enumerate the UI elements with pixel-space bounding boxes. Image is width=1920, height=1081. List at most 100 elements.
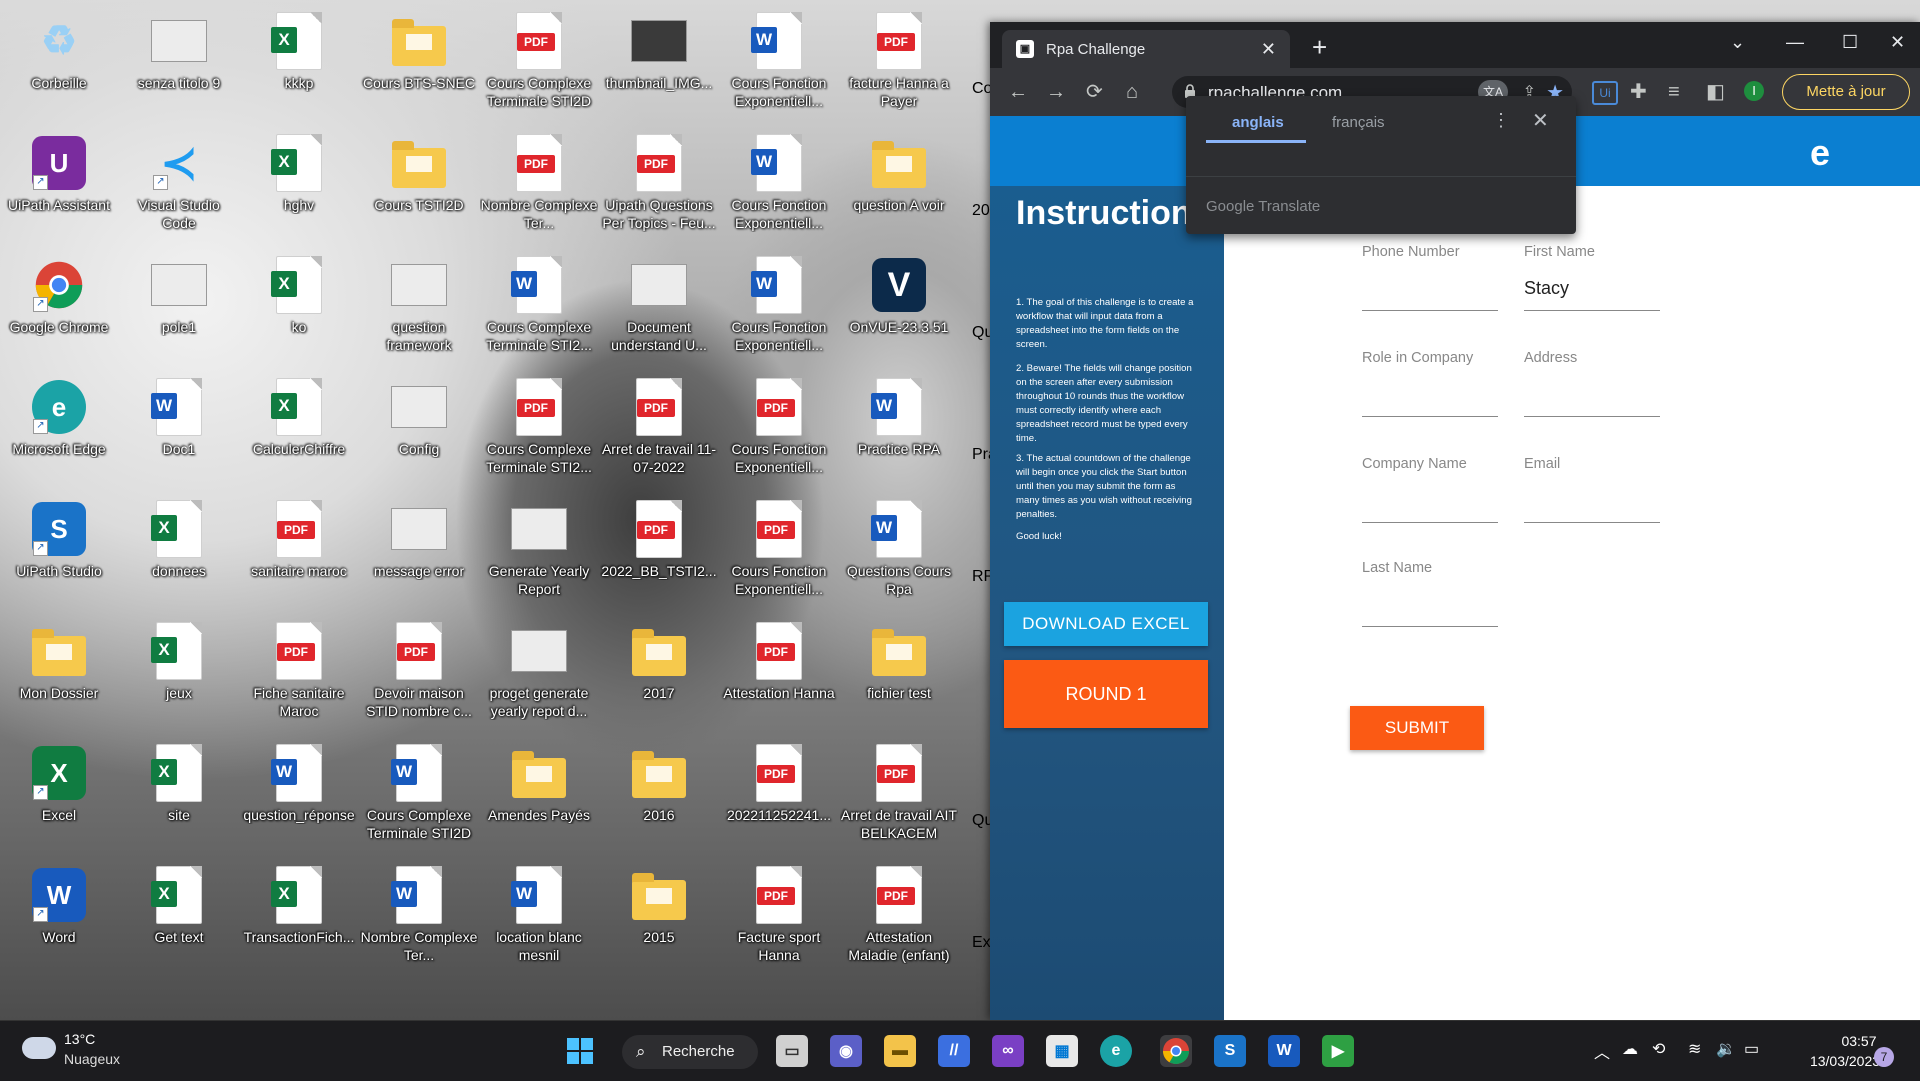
cloud-icon[interactable] bbox=[22, 1037, 56, 1059]
notification-badge[interactable]: 7 bbox=[1874, 1047, 1894, 1067]
tab-close-icon[interactable]: ✕ bbox=[1261, 39, 1276, 60]
desktop-icon-hghv[interactable]: Xhghv bbox=[240, 126, 358, 244]
desktop-icon-proget-generate-yearly-repot-d[interactable]: proget generate yearly repot d... bbox=[480, 614, 598, 732]
desktop-icon-visual-studio-code[interactable]: ≺ ↗ Visual Studio Code bbox=[120, 126, 238, 244]
uipath-extension-icon[interactable]: Ui bbox=[1592, 81, 1618, 105]
close-icon[interactable]: ✕ bbox=[1532, 108, 1549, 133]
desktop-icon-cours-fonction-exponentiell[interactable]: W Cours Fonction Exponentiell... bbox=[720, 248, 838, 366]
desktop-icon-uipath-questions-per-topics-feu[interactable]: PDF Uipath Questions Per Topics - Feu... bbox=[600, 126, 718, 244]
desktop-icon-jeux[interactable]: Xjeux bbox=[120, 614, 238, 732]
desktop-icon-questions-cours-rpa[interactable]: W Questions Cours Rpa bbox=[840, 492, 958, 610]
back-icon[interactable]: ← bbox=[1008, 81, 1028, 103]
desktop-icon-pole1[interactable]: pole1 bbox=[120, 248, 238, 366]
desktop-icon-corbeille[interactable]: ♻ Corbeille bbox=[0, 4, 118, 122]
search-box[interactable]: ⌕ Recherche bbox=[622, 1035, 758, 1069]
desktop-icon-uipath-studio[interactable]: S ↗ UiPath Studio bbox=[0, 492, 118, 610]
first-name-field[interactable]: First Name Stacy bbox=[1524, 244, 1660, 311]
download-excel-button[interactable]: DOWNLOAD EXCEL bbox=[1004, 602, 1208, 646]
extensions-icon[interactable]: ✚ bbox=[1630, 81, 1647, 103]
more-options-icon[interactable]: ⋮ bbox=[1492, 110, 1510, 131]
desktop-icon-facture-sport-hanna[interactable]: PDF Facture sport Hanna bbox=[720, 858, 838, 976]
desktop-icon-cours-complexe-terminale-sti2[interactable]: W Cours Complexe Terminale STI2... bbox=[480, 248, 598, 366]
desktop-icon-doc1[interactable]: W Doc1 bbox=[120, 370, 238, 488]
round-button[interactable]: ROUND 1 bbox=[1004, 660, 1208, 728]
store-icon[interactable]: ▦ bbox=[1046, 1035, 1078, 1067]
desktop-icon-config[interactable]: Config bbox=[360, 370, 478, 488]
start-button[interactable] bbox=[564, 1035, 596, 1067]
profile-avatar[interactable]: I bbox=[1744, 81, 1764, 101]
reload-icon[interactable]: ⟳ bbox=[1086, 81, 1103, 103]
phone-number-field[interactable]: Phone Number bbox=[1362, 244, 1498, 311]
tab-lang-french[interactable]: français bbox=[1332, 114, 1385, 131]
power-automate-icon[interactable]: // bbox=[938, 1035, 970, 1067]
desktop-icon-uipath-assistant[interactable]: U ↗ UiPath Assistant bbox=[0, 126, 118, 244]
chat-icon[interactable]: ◉ bbox=[830, 1035, 862, 1067]
desktop-icon-cours-complexe-terminale-sti2d[interactable]: W Cours Complexe Terminale STI2D bbox=[360, 736, 478, 854]
desktop-icon-calculerchiffre[interactable]: X CalculerChiffre bbox=[240, 370, 358, 488]
address-field[interactable]: Address bbox=[1524, 350, 1660, 417]
desktop-icon-get-text[interactable]: X Get text bbox=[120, 858, 238, 976]
desktop-icon-sanitaire-maroc[interactable]: PDF sanitaire maroc bbox=[240, 492, 358, 610]
task-view-icon[interactable]: ▭ bbox=[776, 1035, 808, 1067]
battery-icon[interactable]: ▭ bbox=[1744, 1039, 1759, 1059]
close-window-button[interactable]: ✕ bbox=[1890, 32, 1905, 53]
desktop-icon-cours-fonction-exponentiell[interactable]: W Cours Fonction Exponentiell... bbox=[720, 126, 838, 244]
word-taskbar-icon[interactable]: W bbox=[1268, 1035, 1300, 1067]
media-player-icon[interactable]: ▶ bbox=[1322, 1035, 1354, 1067]
desktop-icon-cours-complexe-terminale-sti2d[interactable]: PDF Cours Complexe Terminale STI2D bbox=[480, 4, 598, 122]
desktop-icon-arret-de-travail-11-07-2022[interactable]: PDF Arret de travail 11-07-2022 bbox=[600, 370, 718, 488]
desktop-icon-attestation-maladie-enfant[interactable]: PDF Attestation Maladie (enfant) bbox=[840, 858, 958, 976]
edge-icon[interactable]: e bbox=[1100, 1035, 1132, 1067]
volume-icon[interactable]: 🔉 bbox=[1716, 1039, 1736, 1059]
desktop-icon-attestation-hanna[interactable]: PDF Attestation Hanna bbox=[720, 614, 838, 732]
last-name-field[interactable]: Last Name bbox=[1362, 560, 1498, 627]
file-explorer-icon[interactable]: ▬ bbox=[884, 1035, 916, 1067]
desktop-icon-202211252241[interactable]: PDF 202211252241... bbox=[720, 736, 838, 854]
desktop-icon-excel[interactable]: X ↗ Excel bbox=[0, 736, 118, 854]
desktop-icon-senza-titolo-9[interactable]: senza titolo 9 bbox=[120, 4, 238, 122]
desktop-icon-cours-fonction-exponentiell[interactable]: PDF Cours Fonction Exponentiell... bbox=[720, 370, 838, 488]
new-tab-button[interactable]: + bbox=[1312, 32, 1327, 62]
chrome-taskbar-icon[interactable] bbox=[1160, 1035, 1192, 1067]
desktop-icon-2017[interactable]: 2017 bbox=[600, 614, 718, 732]
show-hidden-icons[interactable]: ︿ bbox=[1594, 1039, 1610, 1063]
desktop-icon-onvue-23-3-51[interactable]: V OnVUE-23.3.51 bbox=[840, 248, 958, 366]
desktop-icon-mon-dossier[interactable]: Mon Dossier bbox=[0, 614, 118, 732]
desktop-icon-arret-de-travail-ait-belkacem[interactable]: PDF Arret de travail AIT BELKACEM bbox=[840, 736, 958, 854]
tab-lang-english[interactable]: anglais bbox=[1232, 114, 1284, 131]
desktop-icon-amendes-pay-s[interactable]: Amendes Payés bbox=[480, 736, 598, 854]
submit-button[interactable]: SUBMIT bbox=[1350, 706, 1484, 750]
desktop-icon-thumbnail-img[interactable]: thumbnail_IMG... bbox=[600, 4, 718, 122]
desktop-icon-nombre-complexe-ter[interactable]: W Nombre Complexe Ter... bbox=[360, 858, 478, 976]
desktop-icon-document-understand-u[interactable]: Document understand U... bbox=[600, 248, 718, 366]
onedrive-icon[interactable]: ☁ bbox=[1622, 1039, 1638, 1059]
uipath-studio-taskbar-icon[interactable]: S bbox=[1214, 1035, 1246, 1067]
maximize-button[interactable]: ☐ bbox=[1842, 32, 1858, 53]
weather-temperature[interactable]: 13°C bbox=[64, 1031, 95, 1047]
desktop-icon-cours-tsti2d[interactable]: Cours TSTI2D bbox=[360, 126, 478, 244]
forward-icon[interactable]: → bbox=[1046, 81, 1066, 103]
email-field[interactable]: Email bbox=[1524, 456, 1660, 523]
home-icon[interactable]: ⌂ bbox=[1126, 81, 1138, 103]
desktop-icon-2016[interactable]: 2016 bbox=[600, 736, 718, 854]
tab-search-icon[interactable]: ⌄ bbox=[1730, 32, 1745, 53]
sync-icon[interactable]: ⟲ bbox=[1652, 1039, 1665, 1059]
desktop-icon-question-framework[interactable]: question framework bbox=[360, 248, 478, 366]
desktop-icon-transactionfich[interactable]: X TransactionFich... bbox=[240, 858, 358, 976]
weather-description[interactable]: Nuageux bbox=[64, 1051, 120, 1067]
desktop-icon-practice-rpa[interactable]: W Practice RPA bbox=[840, 370, 958, 488]
desktop-icon-fiche-sanitaire-maroc[interactable]: PDF Fiche sanitaire Maroc bbox=[240, 614, 358, 732]
desktop-icon-2022-bb-tsti2[interactable]: PDF 2022_BB_TSTI2... bbox=[600, 492, 718, 610]
desktop-icon-word[interactable]: W ↗ Word bbox=[0, 858, 118, 976]
role-field[interactable]: Role in Company bbox=[1362, 350, 1498, 417]
side-panel-icon[interactable]: ◧ bbox=[1706, 81, 1725, 103]
desktop-icon-message-error[interactable]: message error bbox=[360, 492, 478, 610]
desktop-icon-facture-hanna-a-payer[interactable]: PDF facture Hanna a Payer bbox=[840, 4, 958, 122]
desktop-icon-question-a-voir[interactable]: question A voir bbox=[840, 126, 958, 244]
wifi-icon[interactable]: ≋ bbox=[1688, 1039, 1701, 1059]
desktop-icon-ko[interactable]: Xko bbox=[240, 248, 358, 366]
desktop-icon-donnees[interactable]: Xdonnees bbox=[120, 492, 238, 610]
desktop-icon-generate-yearly-report[interactable]: Generate Yearly Report bbox=[480, 492, 598, 610]
desktop-icon-fichier-test[interactable]: fichier test bbox=[840, 614, 958, 732]
desktop-icon-cours-complexe-terminale-sti2[interactable]: PDF Cours Complexe Terminale STI2... bbox=[480, 370, 598, 488]
